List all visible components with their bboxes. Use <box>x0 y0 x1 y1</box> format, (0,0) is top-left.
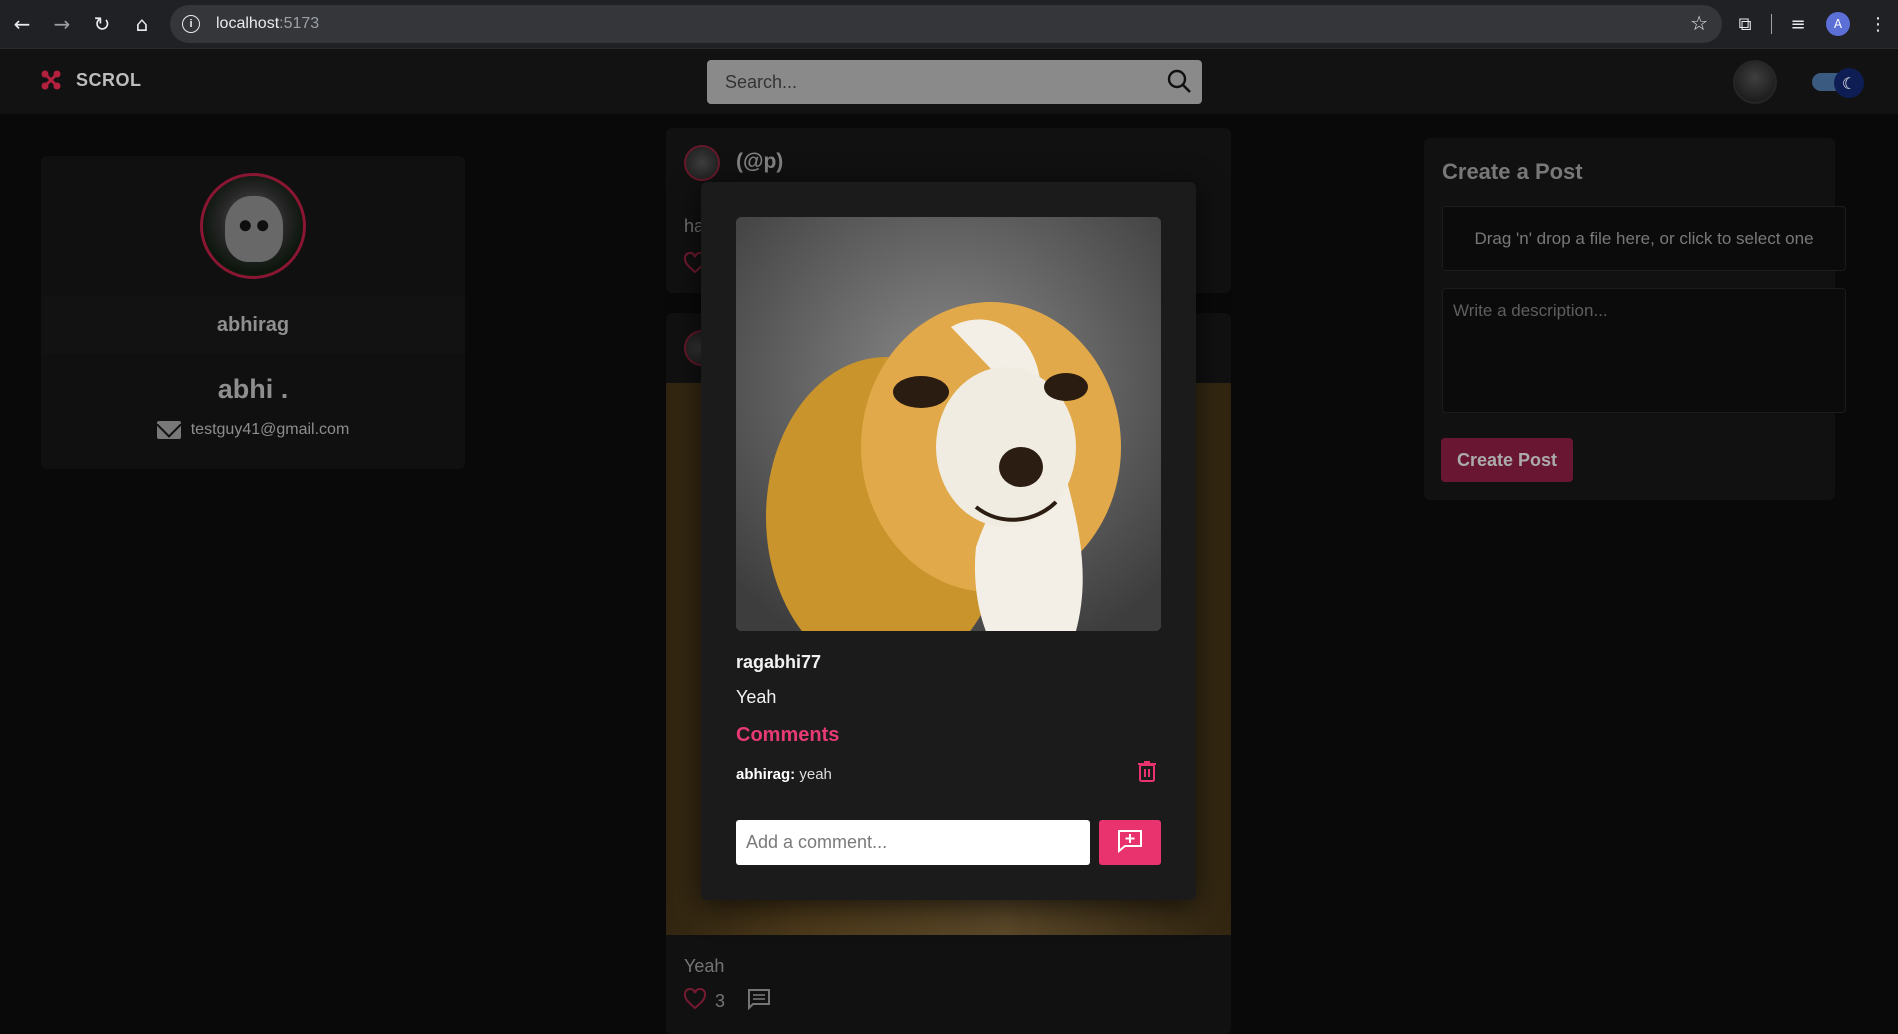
forward-icon[interactable]: → <box>42 4 82 44</box>
address-bar[interactable]: i localhost:5173 ☆ <box>170 5 1722 43</box>
extensions-icon[interactable]: ⧉ <box>1725 14 1765 35</box>
add-comment-button[interactable] <box>1099 820 1161 865</box>
profile-avatar-icon: A <box>1826 12 1850 36</box>
modal-post-image <box>736 217 1161 631</box>
delete-comment-icon[interactable] <box>1137 760 1157 787</box>
back-icon[interactable]: ← <box>2 4 42 44</box>
search-bar <box>707 60 1202 104</box>
brand[interactable]: SCROL <box>40 69 142 91</box>
search-icon[interactable] <box>1166 68 1192 99</box>
url-text[interactable]: localhost:5173 <box>216 15 319 33</box>
bookmark-star-icon[interactable]: ☆ <box>1690 11 1708 35</box>
comment-text: yeah <box>799 766 832 783</box>
browser-actions: ⧉ ≡ A ⋮ <box>1725 0 1898 48</box>
logo-icon <box>40 69 62 91</box>
comment-author: abhirag: <box>736 766 796 783</box>
toolbar-divider <box>1771 14 1772 34</box>
modal-post-description: Yeah <box>736 687 777 707</box>
url-port: :5173 <box>279 15 320 32</box>
comment-item: abhirag: yeah <box>736 766 832 783</box>
reload-icon[interactable]: ↻ <box>82 4 122 44</box>
brand-name: SCROL <box>76 69 142 90</box>
menu-kebab-icon[interactable]: ⋮ <box>1858 14 1898 35</box>
theme-toggle[interactable]: ☾ <box>1812 68 1864 98</box>
moon-icon: ☾ <box>1834 68 1864 98</box>
profile-button[interactable]: A <box>1818 12 1858 36</box>
user-avatar[interactable] <box>1733 60 1777 104</box>
comments-heading: Comments <box>736 724 840 746</box>
url-host: localhost <box>216 15 280 32</box>
add-comment-icon <box>1117 829 1143 856</box>
post-detail-modal: ragabhi77 Yeah Comments abhirag: yeah <box>701 182 1196 900</box>
media-control-icon[interactable]: ≡ <box>1778 14 1818 35</box>
site-info-icon[interactable]: i <box>182 15 200 33</box>
browser-toolbar: ← → ↻ ⌂ i localhost:5173 ☆ ⧉ ≡ A ⋮ <box>0 0 1898 48</box>
search-input[interactable] <box>725 71 1145 93</box>
app-navbar: SCROL ☾ <box>0 48 1898 114</box>
comment-input[interactable] <box>736 820 1090 865</box>
home-icon[interactable]: ⌂ <box>122 4 162 44</box>
modal-post-author[interactable]: ragabhi77 <box>736 652 821 673</box>
